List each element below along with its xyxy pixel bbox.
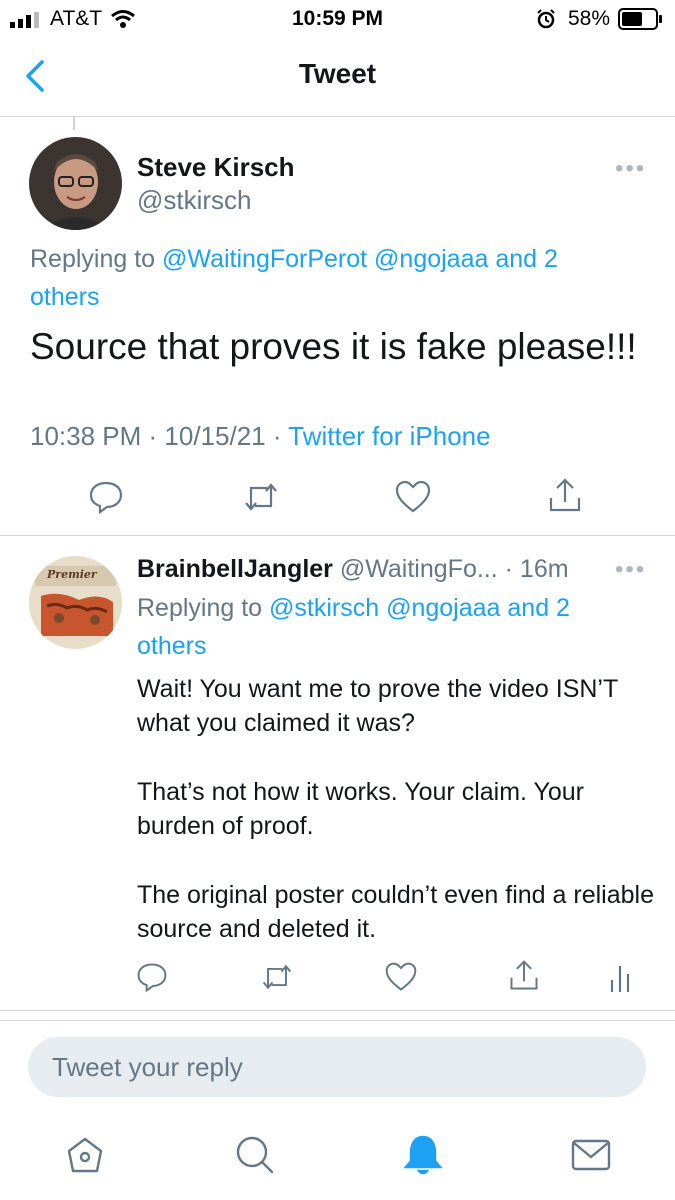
reply-author-name[interactable]: BrainbellJangler [137, 555, 333, 583]
reply-header: BrainbellJangler @WaitingFo... · 16m [137, 555, 569, 584]
battery-percent: 58% [568, 7, 611, 30]
battery-icon [618, 8, 662, 30]
tweet-divider [0, 535, 675, 536]
meta-separator: · [265, 421, 289, 451]
compose-divider [0, 1020, 675, 1021]
avatar[interactable] [29, 137, 122, 230]
meta-separator: · [141, 421, 165, 451]
avatar-lettering: Premier [47, 568, 97, 581]
replying-to: Replying to @WaitingForPerot @ngojaaa an… [30, 240, 630, 316]
tweet-meta: 10:38 PM · 10/15/21 · Twitter for iPhone [30, 421, 491, 452]
reply-avatar[interactable]: Premier [29, 556, 122, 649]
author-name[interactable]: Steve Kirsch [137, 152, 295, 183]
reply-text: Wait! You want me to prove the video ISN… [137, 672, 657, 981]
analytics-icon[interactable] [607, 962, 633, 994]
share-icon[interactable] [546, 476, 584, 516]
reply-replying-to: Replying to @stkirsch @ngojaaa and 2 oth… [137, 589, 637, 665]
author-photo [29, 137, 122, 230]
heart-icon[interactable] [393, 478, 433, 516]
comment-icon[interactable] [87, 478, 125, 516]
author-handle[interactable]: @stkirsch [137, 185, 252, 216]
more-options-icon[interactable]: ••• [615, 155, 646, 183]
tweet-text: Source that proves it is fake please!!! [30, 326, 637, 367]
reply-compose-box[interactable] [28, 1037, 646, 1097]
retweet-icon[interactable] [241, 478, 281, 516]
share-icon[interactable] [507, 958, 541, 994]
nav-bar: Tweet [0, 40, 675, 117]
reply-paragraph: The original poster couldn’t even find a… [137, 881, 654, 943]
retweet-icon[interactable] [259, 960, 295, 994]
page-title: Tweet [298, 58, 377, 89]
heart-icon[interactable] [383, 960, 419, 994]
comment-icon[interactable] [135, 960, 169, 994]
thread-connector [73, 116, 75, 130]
reply-author-handle[interactable]: @WaitingFo... [340, 555, 498, 583]
search-icon[interactable] [233, 1133, 277, 1177]
tweet-date: 10/15/21 [164, 421, 266, 451]
tweet-time: 10:38 PM [30, 421, 142, 451]
replying-prefix: Replying to [30, 245, 163, 273]
reply-divider [0, 1010, 675, 1011]
mail-icon[interactable] [569, 1135, 613, 1175]
reply-paragraph: Wait! You want me to prove the video ISN… [137, 675, 618, 737]
home-icon[interactable] [63, 1133, 107, 1177]
reply-age: · 16m [504, 555, 569, 583]
reply-paragraph: That’s not how it works. Your claim. You… [137, 778, 584, 840]
tweet-source-link[interactable]: Twitter for iPhone [288, 421, 490, 451]
reply-more-options-icon[interactable]: ••• [615, 556, 646, 584]
status-bar: AT&T 10:59 PM 58% [0, 0, 675, 40]
reply-replying-prefix: Replying to [137, 594, 270, 622]
bell-icon[interactable] [401, 1133, 445, 1177]
reply-input[interactable] [28, 1037, 636, 1097]
alarm-icon [537, 9, 555, 29]
